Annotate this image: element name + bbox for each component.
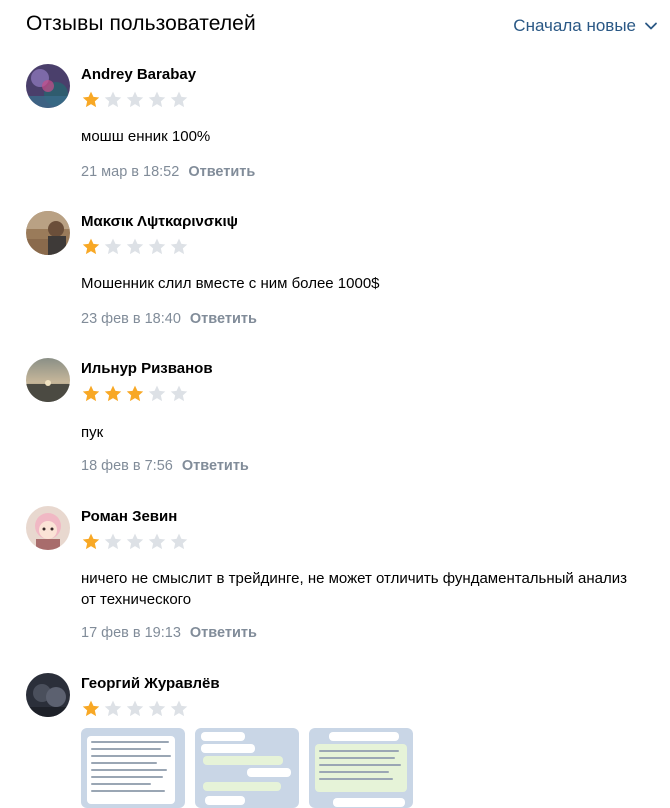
- star-empty-icon: [170, 91, 188, 108]
- star-empty-icon: [104, 700, 122, 717]
- review-date: 23 фев в 18:40: [81, 311, 181, 327]
- attachment-screenshot[interactable]: [81, 728, 185, 808]
- star-empty-icon: [148, 238, 166, 255]
- reviews-header: Отзывы пользователей Сначала новые: [0, 0, 670, 52]
- review-date: 18 фев в 7:56: [81, 458, 173, 474]
- avatar[interactable]: [26, 506, 70, 550]
- star-empty-icon: [126, 700, 144, 717]
- star-empty-icon: [104, 238, 122, 255]
- avatar[interactable]: [26, 358, 70, 402]
- star-empty-icon: [148, 385, 166, 402]
- star-empty-icon: [148, 700, 166, 717]
- page-title: Отзывы пользователей: [26, 12, 256, 35]
- chevron-down-icon: [645, 22, 657, 30]
- review-meta: 23 фев в 18:40 Ответить: [81, 311, 257, 327]
- review-meta: 21 мар в 18:52 Ответить: [81, 164, 255, 180]
- star-filled-icon: [82, 533, 100, 550]
- reply-button[interactable]: Ответить: [182, 458, 249, 474]
- star-filled-icon: [82, 238, 100, 255]
- star-empty-icon: [148, 533, 166, 550]
- star-empty-icon: [104, 533, 122, 550]
- star-empty-icon: [170, 533, 188, 550]
- star-empty-icon: [170, 238, 188, 255]
- star-rating: [81, 90, 189, 110]
- review-text: пук: [81, 424, 104, 441]
- star-rating: [81, 237, 189, 257]
- attachments: [81, 728, 413, 808]
- star-empty-icon: [126, 91, 144, 108]
- reply-button[interactable]: Ответить: [190, 625, 257, 641]
- avatar[interactable]: [26, 673, 70, 717]
- attachment-screenshot[interactable]: [195, 728, 299, 808]
- review-text: ничего не смыслит в трейдинге, не может …: [81, 570, 627, 608]
- star-empty-icon: [170, 700, 188, 717]
- star-empty-icon: [104, 91, 122, 108]
- review-date: 21 мар в 18:52: [81, 164, 180, 180]
- star-empty-icon: [148, 91, 166, 108]
- star-filled-icon: [126, 385, 144, 402]
- star-empty-icon: [126, 238, 144, 255]
- reply-button[interactable]: Ответить: [188, 164, 255, 180]
- review-date: 17 фев в 19:13: [81, 625, 181, 641]
- star-empty-icon: [170, 385, 188, 402]
- review-meta: 18 фев в 7:56 Ответить: [81, 458, 249, 474]
- star-rating: [81, 384, 189, 404]
- review-item: Μακσικ Λψτκαρινσκιψ Мошенник слил вместе…: [0, 211, 670, 341]
- review-item: Роман Зевин ничего не смыслит в трейдинг…: [0, 506, 670, 656]
- reviewer-name[interactable]: Μακσικ Λψτκαρινσκιψ: [81, 213, 238, 230]
- star-filled-icon: [82, 91, 100, 108]
- reply-button[interactable]: Ответить: [190, 311, 257, 327]
- star-rating: [81, 532, 189, 552]
- reviews-panel: Отзывы пользователей Сначала новые Andre…: [0, 0, 670, 808]
- star-filled-icon: [82, 700, 100, 717]
- reviewer-name[interactable]: Георгий Журавлёв: [81, 675, 220, 692]
- reviewer-name[interactable]: Ильнур Ризванов: [81, 360, 213, 377]
- attachment-screenshot[interactable]: [309, 728, 413, 808]
- review-text: Мошенник слил вместе с ним более 1000$: [81, 275, 380, 292]
- avatar[interactable]: [26, 211, 70, 255]
- review-text: мошш енник 100%: [81, 128, 211, 145]
- star-rating: [81, 699, 189, 719]
- sort-label: Сначала новые: [513, 16, 636, 35]
- review-item: Andrey Barabay мошш енник 100% 21 мар в …: [0, 64, 670, 194]
- star-filled-icon: [104, 385, 122, 402]
- avatar[interactable]: [26, 64, 70, 108]
- star-filled-icon: [82, 385, 100, 402]
- review-meta: 17 фев в 19:13 Ответить: [81, 625, 257, 641]
- reviewer-name[interactable]: Andrey Barabay: [81, 66, 196, 83]
- star-empty-icon: [126, 533, 144, 550]
- review-item: Ильнур Ризванов пук 18 фев в 7:56 Ответи…: [0, 358, 670, 488]
- review-item: Георгий Журавлёв: [0, 673, 670, 808]
- sort-dropdown[interactable]: Сначала новые: [513, 16, 658, 36]
- reviewer-name[interactable]: Роман Зевин: [81, 508, 177, 525]
